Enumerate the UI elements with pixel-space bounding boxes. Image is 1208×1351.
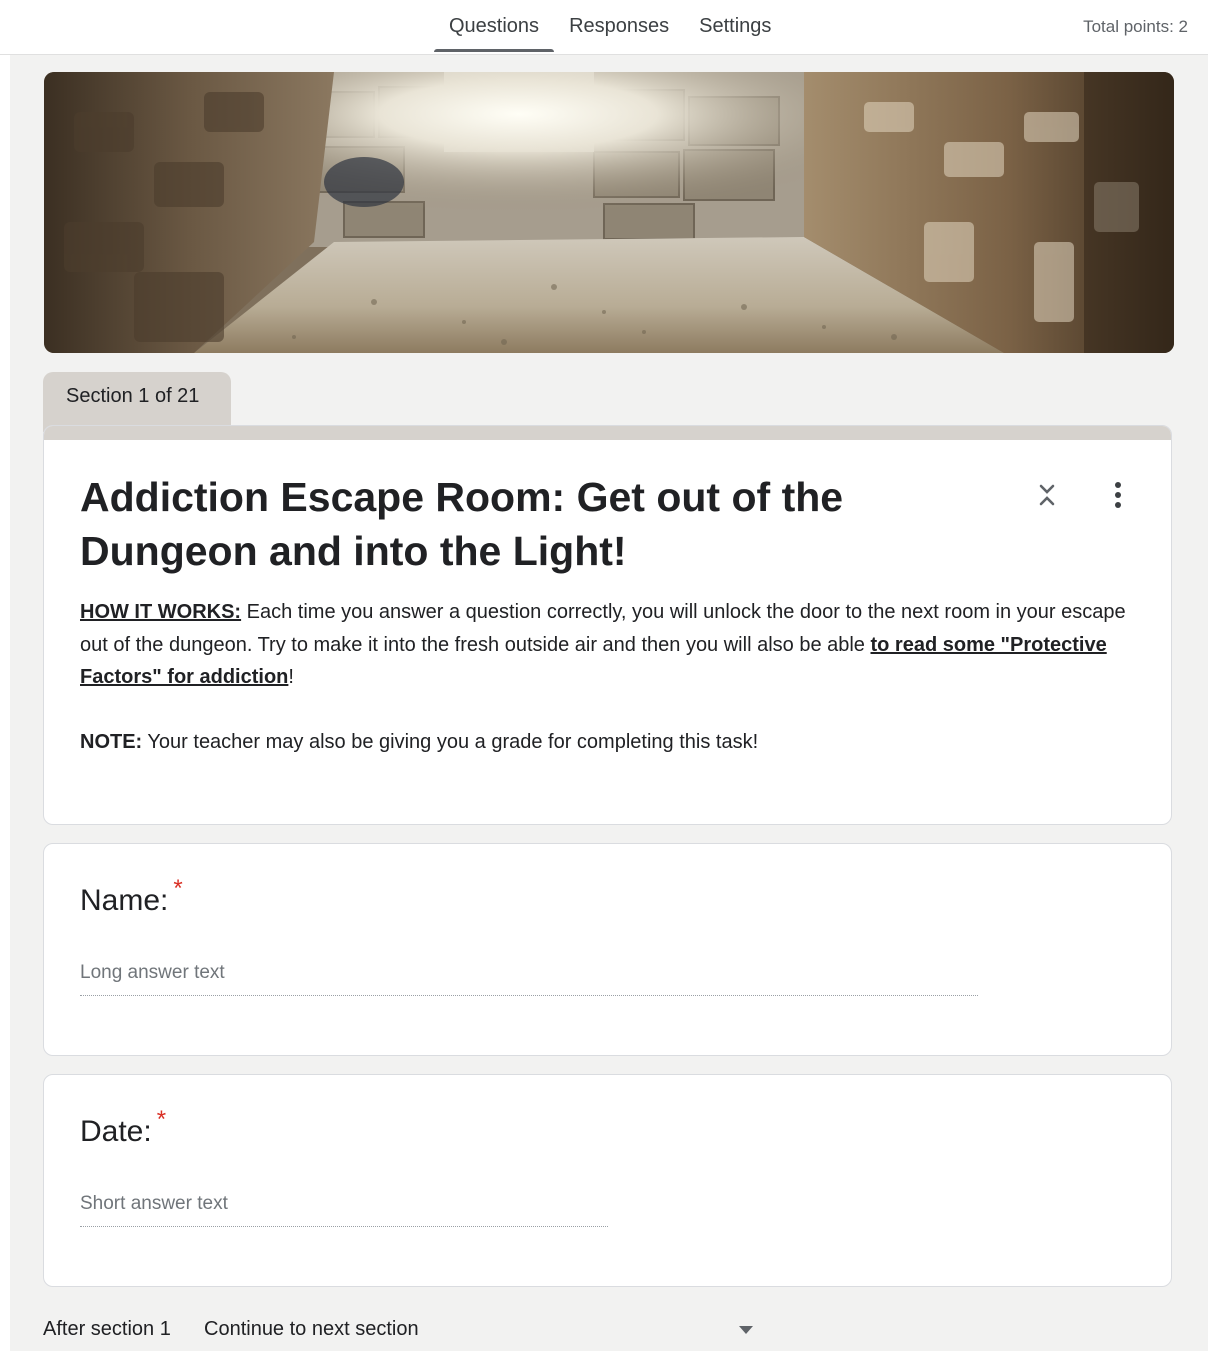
after-section-value: Continue to next section	[204, 1318, 419, 1340]
question-title[interactable]: Date: *	[80, 1106, 166, 1149]
tab-settings[interactable]: Settings	[684, 0, 786, 53]
form-title[interactable]: Addiction Escape Room: Get out of the Du…	[80, 470, 1020, 578]
question-title-text: Name:	[80, 884, 169, 917]
collapse-icon[interactable]	[1034, 480, 1060, 510]
tab-questions[interactable]: Questions	[434, 0, 555, 53]
short-answer-placeholder: Short answer text	[80, 1193, 228, 1214]
required-asterisk: *	[173, 875, 183, 902]
top-nav-bar: Questions Responses Settings Total point…	[0, 0, 1208, 55]
long-answer-placeholder: Long answer text	[80, 962, 225, 983]
tab-responses[interactable]: Responses	[554, 0, 684, 53]
question-title-text: Date:	[80, 1115, 152, 1148]
note-text: Your teacher may also be giving you a gr…	[142, 730, 759, 753]
dropdown-arrow-icon	[739, 1326, 753, 1334]
after-section-label: After section 1	[43, 1318, 171, 1340]
more-vert-icon[interactable]	[1106, 480, 1130, 510]
section-description[interactable]: HOW IT WORKS: Each time you answer a que…	[80, 596, 1140, 758]
question-title[interactable]: Name: *	[80, 875, 183, 918]
section-header-card[interactable]: Addiction Escape Room: Get out of the Du…	[43, 425, 1172, 825]
section-indicator-tab: Section 1 of 21	[43, 372, 231, 432]
how-it-works-label: HOW IT WORKS:	[80, 601, 242, 623]
after-section-dropdown[interactable]: Continue to next section	[204, 1312, 764, 1348]
header-banner-image	[44, 72, 1174, 353]
section-indicator-label: Section 1 of 21	[66, 385, 200, 407]
answer-underline	[80, 1226, 608, 1227]
dungeon-banner-image	[44, 72, 1174, 353]
question-card-date[interactable]: Date: * Short answer text	[43, 1074, 1172, 1287]
required-asterisk: *	[156, 1106, 167, 1133]
total-points: Total points: 2	[1083, 17, 1188, 36]
form-tabs: Questions Responses Settings	[434, 0, 786, 54]
end-punctuation: !	[288, 666, 294, 688]
note-label: NOTE:	[80, 730, 143, 753]
answer-underline	[80, 995, 978, 996]
question-card-name[interactable]: Name: * Long answer text	[43, 843, 1172, 1056]
